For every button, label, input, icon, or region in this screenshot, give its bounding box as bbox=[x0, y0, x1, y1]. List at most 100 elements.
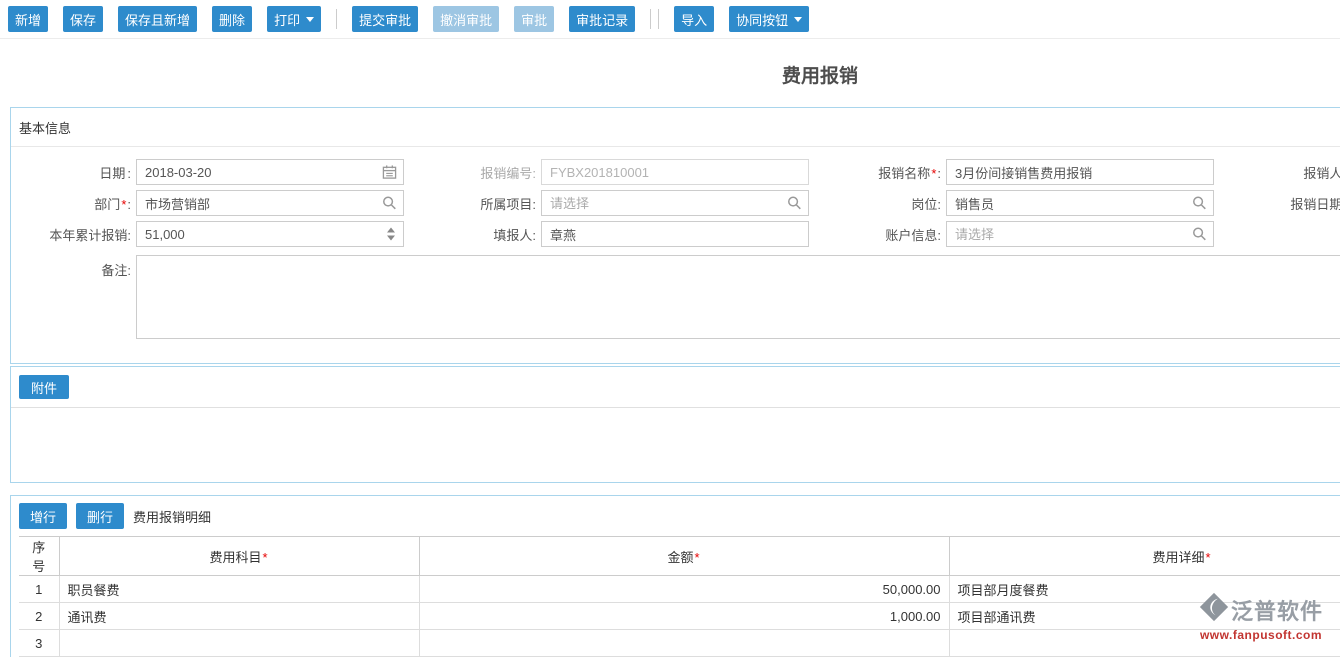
field-label-account: 账户信息: bbox=[829, 225, 941, 244]
column-header-index: 序号 bbox=[19, 537, 59, 576]
detail-cell[interactable]: 项目部月度餐费 bbox=[949, 576, 1340, 603]
field-claim-person: 报销人: bbox=[1234, 159, 1340, 185]
search-icon[interactable] bbox=[787, 196, 802, 211]
search-icon[interactable] bbox=[382, 196, 397, 211]
add-row-button[interactable]: 增行 bbox=[19, 503, 67, 529]
row-index-cell: 2 bbox=[19, 603, 59, 630]
cancel-approval-button: 撤消审批 bbox=[433, 6, 499, 32]
form-row: 本年累计报销: 填报人: 账户信息: bbox=[11, 221, 1340, 247]
detail-toolbar: 增行 删行 费用报销明细 bbox=[11, 496, 1340, 536]
field-claim-name: 报销名称*: bbox=[829, 159, 1234, 185]
form-row: 备注: bbox=[11, 255, 1340, 339]
table-row: 3 bbox=[19, 630, 1340, 657]
subject-cell[interactable]: 职员餐费 bbox=[59, 576, 419, 603]
chevron-down-icon bbox=[794, 17, 802, 22]
claim-number-input bbox=[541, 159, 809, 185]
year-total-input[interactable] bbox=[136, 221, 404, 247]
expense-detail-table: 序号 费用科目* 金额* 费用详细* 1 职员餐费 50,000.00 项目部月… bbox=[19, 536, 1340, 657]
subject-cell[interactable] bbox=[59, 630, 419, 657]
approval-record-button[interactable]: 审批记录 bbox=[569, 6, 635, 32]
amount-cell[interactable] bbox=[419, 630, 949, 657]
new-button[interactable]: 新增 bbox=[8, 6, 48, 32]
claim-name-input[interactable] bbox=[946, 159, 1214, 185]
account-input[interactable] bbox=[946, 221, 1214, 247]
save-and-new-button[interactable]: 保存且新增 bbox=[118, 6, 197, 32]
field-claim-number: 报销编号: bbox=[424, 159, 829, 185]
chevron-down-icon bbox=[306, 17, 314, 22]
delete-row-button[interactable]: 删行 bbox=[76, 503, 124, 529]
toolbar: 新增 保存 保存且新增 删除 打印 提交审批 撤消审批 审批 审批记录 导入 协… bbox=[0, 0, 1340, 39]
field-label-department: 部门*: bbox=[19, 194, 131, 213]
spinner-up-icon[interactable] bbox=[387, 228, 395, 233]
subject-cell[interactable]: 通讯费 bbox=[59, 603, 419, 630]
reporter-input[interactable] bbox=[541, 221, 809, 247]
table-row: 1 职员餐费 50,000.00 项目部月度餐费 bbox=[19, 576, 1340, 603]
column-header-subject: 费用科目* bbox=[59, 537, 419, 576]
expense-claim-page: 新增 保存 保存且新增 删除 打印 提交审批 撤消审批 审批 审批记录 导入 协… bbox=[0, 0, 1340, 657]
toolbar-separator bbox=[658, 9, 659, 29]
spinner-down-icon[interactable] bbox=[387, 236, 395, 241]
field-label-claim-date: 报销日期: bbox=[1234, 194, 1340, 213]
table-row: 2 通讯费 1,000.00 项目部通讯费 bbox=[19, 603, 1340, 630]
position-input[interactable] bbox=[946, 190, 1214, 216]
field-label-claim-name: 报销名称*: bbox=[829, 163, 941, 182]
row-index-cell: 3 bbox=[19, 630, 59, 657]
toolbar-separator bbox=[650, 9, 651, 29]
field-label-claim-person: 报销人: bbox=[1234, 163, 1340, 182]
row-index-cell: 1 bbox=[19, 576, 59, 603]
import-button[interactable]: 导入 bbox=[674, 6, 714, 32]
field-project: 所属项目: bbox=[424, 190, 829, 216]
field-empty bbox=[1234, 221, 1340, 247]
save-button[interactable]: 保存 bbox=[63, 6, 103, 32]
detail-section-title: 费用报销明细 bbox=[133, 507, 211, 526]
amount-cell[interactable]: 50,000.00 bbox=[419, 576, 949, 603]
collaborate-button-label: 协同按钮 bbox=[736, 10, 788, 29]
approve-button: 审批 bbox=[514, 6, 554, 32]
attachment-section: 附件 bbox=[10, 366, 1340, 483]
form-row: 部门*: 所属项目: bbox=[11, 190, 1340, 216]
attachment-button[interactable]: 附件 bbox=[19, 375, 69, 399]
column-header-detail: 费用详细* bbox=[949, 537, 1340, 576]
expense-detail-section: 增行 删行 费用报销明细 序号 费用科目* 金额* 费用详细* 1 职 bbox=[10, 495, 1340, 657]
detail-cell[interactable] bbox=[949, 630, 1340, 657]
field-label-remark: 备注: bbox=[19, 255, 131, 279]
detail-cell[interactable]: 项目部通讯费 bbox=[949, 603, 1340, 630]
field-remark: 备注: bbox=[19, 255, 1340, 339]
collaborate-dropdown-button[interactable]: 协同按钮 bbox=[729, 6, 809, 32]
attachment-dropzone bbox=[11, 408, 1340, 482]
submit-approval-button[interactable]: 提交审批 bbox=[352, 6, 418, 32]
basic-info-form: 日期: 报销编号: 报销名称*: bbox=[11, 147, 1340, 363]
form-row: 日期: 报销编号: 报销名称*: bbox=[11, 159, 1340, 185]
amount-cell[interactable]: 1,000.00 bbox=[419, 603, 949, 630]
field-department: 部门*: bbox=[19, 190, 424, 216]
field-label-year-total: 本年累计报销: bbox=[19, 225, 131, 244]
table-header-row: 序号 费用科目* 金额* 费用详细* bbox=[19, 537, 1340, 576]
basic-info-section: 基本信息 日期: 报销编号: bbox=[10, 107, 1340, 364]
field-position: 岗位: bbox=[829, 190, 1234, 216]
field-label-reporter: 填报人: bbox=[424, 225, 536, 244]
field-claim-date: 报销日期: bbox=[1234, 190, 1340, 216]
basic-info-section-title: 基本信息 bbox=[11, 108, 1340, 147]
attachment-toolbar: 附件 bbox=[11, 367, 1340, 408]
print-dropdown-button[interactable]: 打印 bbox=[267, 6, 321, 32]
field-label-claim-number: 报销编号: bbox=[424, 163, 536, 182]
page-title: 费用报销 bbox=[0, 39, 1340, 107]
search-icon[interactable] bbox=[1192, 196, 1207, 211]
required-asterisk: * bbox=[261, 550, 268, 565]
field-label-project: 所属项目: bbox=[424, 194, 536, 213]
field-label-position: 岗位: bbox=[829, 194, 941, 213]
field-date: 日期: bbox=[19, 159, 424, 185]
project-input[interactable] bbox=[541, 190, 809, 216]
date-input[interactable] bbox=[136, 159, 404, 185]
department-input[interactable] bbox=[136, 190, 404, 216]
field-year-total: 本年累计报销: bbox=[19, 221, 424, 247]
column-header-amount: 金额* bbox=[419, 537, 949, 576]
calendar-icon[interactable] bbox=[382, 165, 397, 180]
search-icon[interactable] bbox=[1192, 227, 1207, 242]
required-asterisk: * bbox=[1204, 550, 1211, 565]
number-spinner[interactable] bbox=[387, 228, 395, 241]
print-button-label: 打印 bbox=[274, 10, 300, 29]
toolbar-separator bbox=[336, 9, 337, 29]
remark-textarea[interactable] bbox=[136, 255, 1340, 339]
delete-button[interactable]: 删除 bbox=[212, 6, 252, 32]
